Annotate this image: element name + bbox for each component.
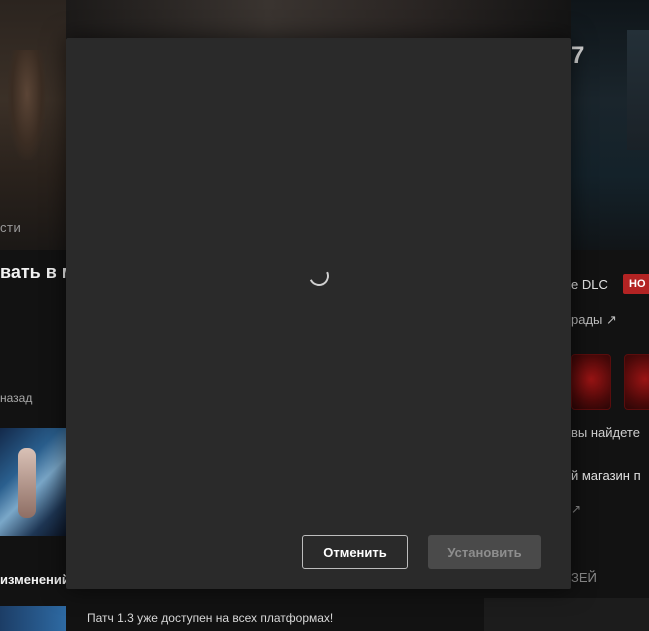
hero-art-right — [571, 0, 649, 250]
news-item-title[interactable]: изменений — [0, 572, 70, 587]
rewards-description: вы найдете — [571, 425, 640, 440]
rewards-link[interactable]: рады ↗ — [571, 312, 617, 328]
right-panel-card — [484, 598, 649, 631]
news-timestamp: назад — [0, 391, 33, 405]
cancel-button[interactable]: Отменить — [302, 535, 408, 569]
reward-tile[interactable] — [571, 354, 611, 410]
news-item-patch[interactable]: Патч 1.3 уже доступен на всех платформах… — [87, 611, 333, 625]
news-thumbnail[interactable] — [0, 428, 66, 536]
install-button[interactable]: Установить — [428, 535, 541, 569]
news-thumbnail-2[interactable] — [0, 606, 66, 631]
news-section-label: сти — [0, 220, 22, 235]
external-link-icon[interactable]: ↗ — [571, 502, 581, 516]
new-badge: НО — [623, 274, 649, 294]
game-title-fragment: 7 — [571, 42, 585, 69]
hero-art-top — [66, 0, 571, 38]
shop-link[interactable]: й магазин п — [571, 468, 641, 483]
hero-art-left — [0, 0, 66, 250]
reward-tile[interactable] — [624, 354, 649, 410]
install-dialog — [66, 38, 571, 589]
dlc-label: е DLC — [571, 277, 608, 292]
museum-section-label: ЗЕЙ — [571, 570, 597, 585]
news-headline[interactable]: вать в м — [0, 262, 75, 283]
